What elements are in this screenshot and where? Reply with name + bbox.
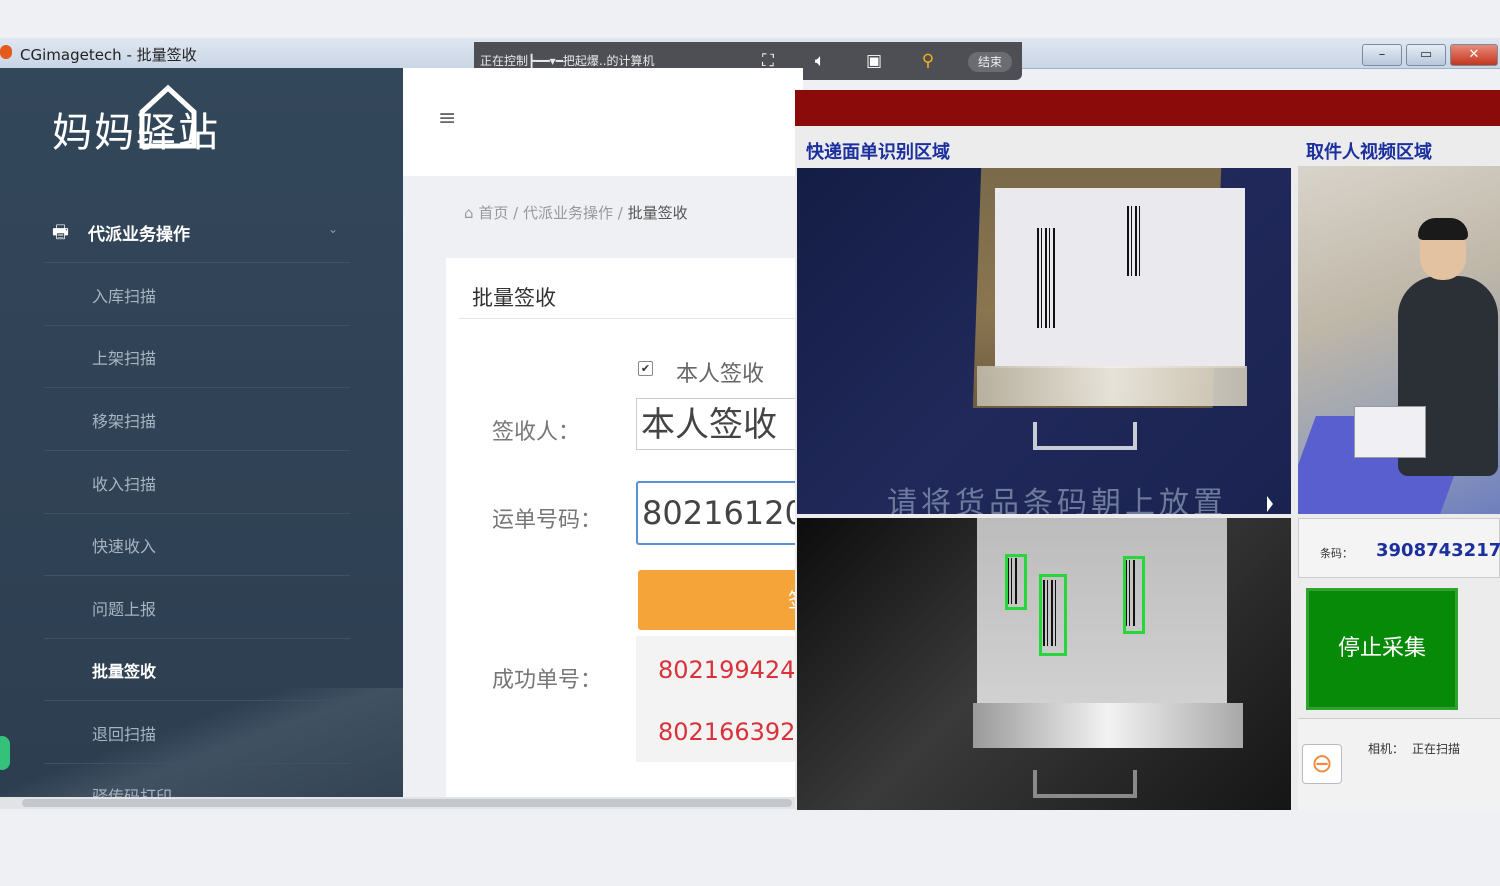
tape-image (973, 703, 1243, 748)
person-hair-image (1418, 218, 1468, 240)
detection-box (1005, 554, 1027, 610)
browser-app-icon (0, 45, 12, 59)
end-session-button[interactable]: 结束 (968, 52, 1012, 72)
signer-input[interactable]: 本人签收 (636, 398, 806, 450)
barcode-image (1127, 206, 1141, 276)
held-package-image (1354, 406, 1426, 458)
success-number-list: 8021994244 8021663928 (636, 636, 806, 762)
minimize-button[interactable]: – (1362, 44, 1402, 66)
sidebar-item-label: 收入扫描 (92, 475, 157, 494)
sidebar-item-label: 移架扫描 (92, 412, 157, 431)
video-area-title: 取件人视频区域 (1306, 142, 1432, 163)
breadcrumb-separator: / (513, 204, 519, 222)
breadcrumb-section[interactable]: 代派业务操作 (523, 204, 613, 222)
placement-marker (1033, 770, 1137, 798)
camera-hint-text: 请将货品条码朝上放置 (887, 486, 1227, 514)
card-divider (458, 318, 798, 319)
breadcrumb-home[interactable]: 首页 (478, 204, 508, 222)
printer-icon: 🖶︎ (52, 222, 69, 243)
scan-app-topbar (795, 90, 1500, 126)
sidebar-item-label: 入库扫描 (92, 287, 157, 306)
scrollbar-thumb[interactable] (22, 799, 792, 807)
sign-button[interactable]: 签 (638, 570, 808, 630)
self-sign-checkbox[interactable]: ✔ (638, 361, 653, 376)
sidebar-item-problem-report[interactable]: 问题上报 (44, 576, 350, 639)
nav-group-label: 代派业务操作 (88, 225, 190, 245)
success-number: 8021663928 (658, 718, 806, 746)
camera-label: 相机： (1368, 742, 1405, 756)
sidebar-item-label: 上架扫描 (92, 349, 157, 368)
sidebar-item-batch-sign[interactable]: 批量签收 (44, 638, 350, 701)
breadcrumb-current: 批量签收 (627, 204, 688, 222)
main-header (403, 68, 803, 176)
window-title: CGimagetech - 批量签收 (20, 46, 197, 64)
success-number: 8021994244 (658, 656, 806, 684)
detection-box (1039, 574, 1067, 656)
logo-house-icon (139, 84, 197, 149)
sidebar-item-quick-receive[interactable]: 快速收入 (44, 513, 350, 576)
barcode-label: 条码： (1320, 547, 1353, 560)
volume-icon[interactable]: 🔈︎ (808, 51, 832, 71)
sidebar-item-label: 问题上报 (92, 600, 157, 619)
waybill-label-image (995, 188, 1245, 368)
sidebar-toggle-handle[interactable] (0, 736, 10, 770)
home-icon: ⌂ (464, 204, 474, 222)
pickup-person-video (1298, 166, 1500, 514)
barcode-detection-view (797, 518, 1291, 810)
pin-icon[interactable]: ⚲ (916, 51, 940, 71)
stop-capture-button[interactable]: 停止采集 (1306, 588, 1458, 710)
self-sign-label: 本人签收 (676, 362, 765, 387)
sidebar-item-return-scan[interactable]: 退回扫描 (44, 701, 350, 764)
sidebar-item-code-print[interactable]: 驿传码打印 (44, 763, 350, 797)
sidebar-item-label: 驿传码打印 (92, 787, 173, 797)
sidebar-item-label: 快速收入 (92, 537, 157, 556)
detection-box (1123, 556, 1145, 634)
waybill-label: 运单号码： (492, 508, 603, 533)
breadcrumb: ⌂ 首页 / 代派业务操作 / 批量签收 (464, 202, 688, 223)
close-button[interactable]: ✕ (1450, 44, 1498, 66)
page-title: 批量签收 (472, 286, 556, 310)
sidebar-item-label: 退回扫描 (92, 725, 157, 744)
mouse-cursor-icon (1267, 496, 1273, 512)
maximize-button[interactable]: ▭ (1406, 44, 1446, 66)
breadcrumb-separator: / (617, 204, 623, 222)
zoom-icon[interactable]: ⊖ (1302, 744, 1342, 784)
camera-status: 正在扫描 (1412, 742, 1461, 756)
chevron-down-icon: ⌄ (328, 222, 339, 236)
success-label: 成功单号： (492, 668, 603, 693)
placement-marker (1033, 422, 1137, 450)
waybill-input[interactable]: 802161206 (636, 481, 806, 545)
layout-icon[interactable]: ▣ (862, 51, 886, 71)
barcode-image (1037, 228, 1057, 328)
remote-control-status: 正在控制┣━━▾━把起爆..的计算机 (480, 54, 655, 68)
tape-image (977, 366, 1247, 406)
waybill-camera-view: 请将货品条码朝上放置 (797, 168, 1291, 514)
sidebar-item-receive-scan[interactable]: 收入扫描 (44, 451, 350, 514)
sidebar-item-shelf-scan[interactable]: 上架扫描 (44, 325, 350, 388)
signer-label: 签收人： (492, 420, 581, 445)
barcode-value: 3908743217 (1376, 540, 1500, 561)
sidebar-item-inbound-scan[interactable]: 入库扫描 (44, 263, 350, 326)
sidebar-item-label: 批量签收 (92, 662, 157, 681)
sidebar-item-move-scan[interactable]: 移架扫描 (44, 388, 350, 451)
menu-icon[interactable]: ≡ (438, 106, 456, 131)
waybill-area-title: 快递面单识别区域 (806, 142, 950, 163)
